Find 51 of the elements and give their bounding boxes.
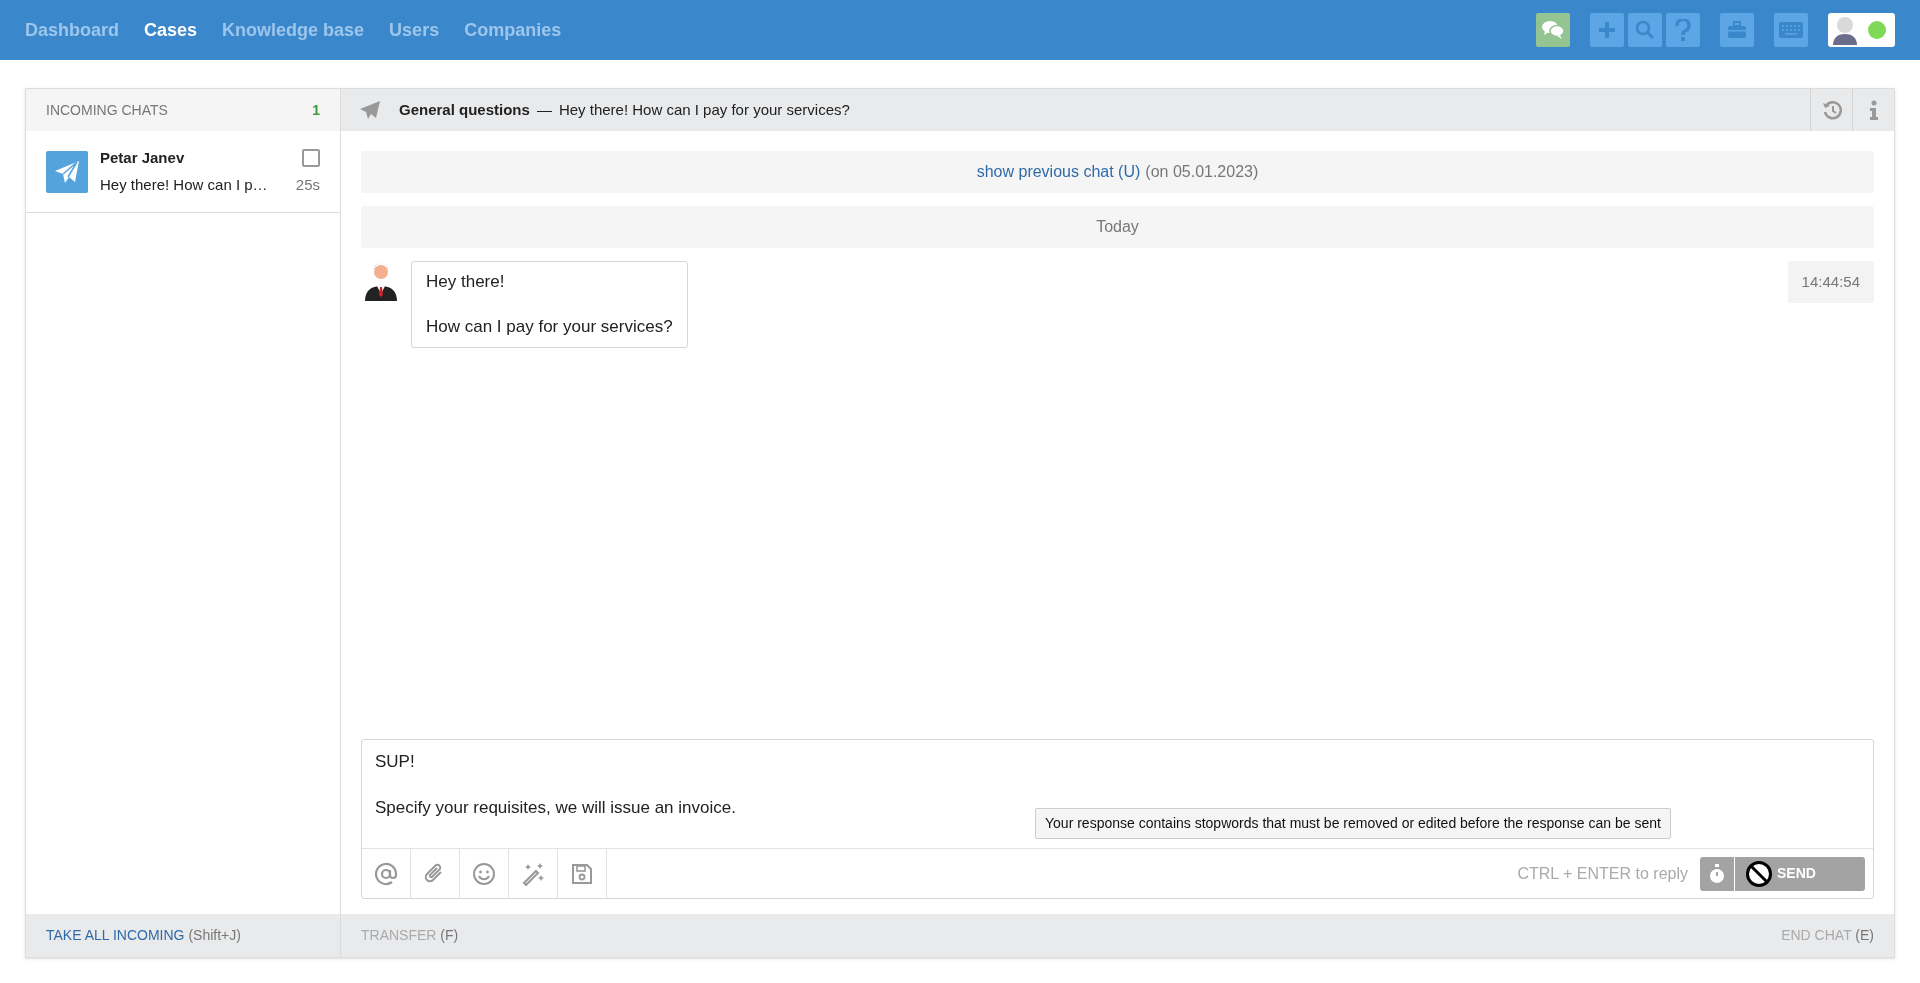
nav-tab[interactable]: Companies xyxy=(464,16,562,44)
transfer-link[interactable]: TRANSFER (F) xyxy=(361,925,459,946)
message-time: 14:44:54 xyxy=(1787,261,1874,303)
message-text: Hey there! xyxy=(426,271,506,293)
add-button[interactable] xyxy=(1590,13,1624,47)
stopwords-warning: Your response contains stopwords that must be removed or edited before the response can be sent xyxy=(1035,808,1671,839)
paper-plane-icon xyxy=(359,100,381,120)
contact-name: Petar Janev xyxy=(100,148,185,168)
previous-chat-date: (on 05.01.2023) xyxy=(1145,162,1259,182)
avatar-icon xyxy=(1831,15,1859,45)
keyboard-icon xyxy=(1779,22,1803,38)
message-text: How can I pay for your services? xyxy=(426,316,673,338)
keyboard-button[interactable] xyxy=(1774,13,1808,47)
chat-topic: General questions xyxy=(399,99,530,120)
nav-tab[interactable]: Knowledge base xyxy=(222,16,365,44)
timer-button[interactable] xyxy=(1700,856,1734,891)
at-sign-icon xyxy=(374,861,398,886)
info-icon xyxy=(1868,100,1879,120)
search-button[interactable] xyxy=(1628,13,1662,47)
help-button[interactable] xyxy=(1666,13,1700,47)
chats-button[interactable] xyxy=(1536,13,1570,47)
message-preview: Hey there! How can I p… xyxy=(100,174,268,195)
history-icon xyxy=(1821,100,1842,120)
briefcase-button[interactable] xyxy=(1720,13,1754,47)
telegram-channel-icon xyxy=(46,150,88,193)
chat-count: 1 xyxy=(312,100,320,120)
stopwatch-icon xyxy=(1709,863,1725,884)
plus-icon xyxy=(1597,20,1617,40)
briefcase-icon xyxy=(1727,21,1747,39)
nav-tab[interactable]: Cases xyxy=(144,16,198,44)
blocked-icon xyxy=(1745,859,1773,888)
nav-tab[interactable]: Dashboard xyxy=(25,16,120,44)
chat-bubbles-icon xyxy=(1542,20,1564,40)
user-status-button[interactable] xyxy=(1828,13,1895,47)
dash-separator: — xyxy=(536,99,552,120)
smiley-icon xyxy=(472,861,496,886)
show-previous-chat-link[interactable]: show previous chat (U) xyxy=(976,160,1141,184)
magic-wand-icon xyxy=(521,861,545,886)
wait-time: 25s xyxy=(295,174,320,195)
reply-shortcut-hint: CTRL + ENTER to reply xyxy=(1517,863,1688,884)
day-label: Today xyxy=(1096,217,1139,237)
question-icon xyxy=(1675,19,1691,41)
search-icon xyxy=(1635,20,1655,40)
select-checkbox[interactable] xyxy=(302,149,320,168)
end-chat-link[interactable]: END CHAT (E) xyxy=(1781,925,1874,946)
nav-tab[interactable]: Users xyxy=(389,16,440,44)
reply-input-field[interactable]: SUP! Specify your requisites, we will issue an invoice. xyxy=(362,740,749,823)
chat-subject: Hey there! How can I pay for your services? xyxy=(558,99,851,120)
take-all-incoming-link[interactable]: TAKE ALL INCOMING (Shift+J) xyxy=(46,925,241,946)
chat-list-item[interactable]: Petar Janev Hey there! How can I p… 25s xyxy=(26,131,340,213)
panel-title: INCOMING CHATS xyxy=(46,100,168,120)
